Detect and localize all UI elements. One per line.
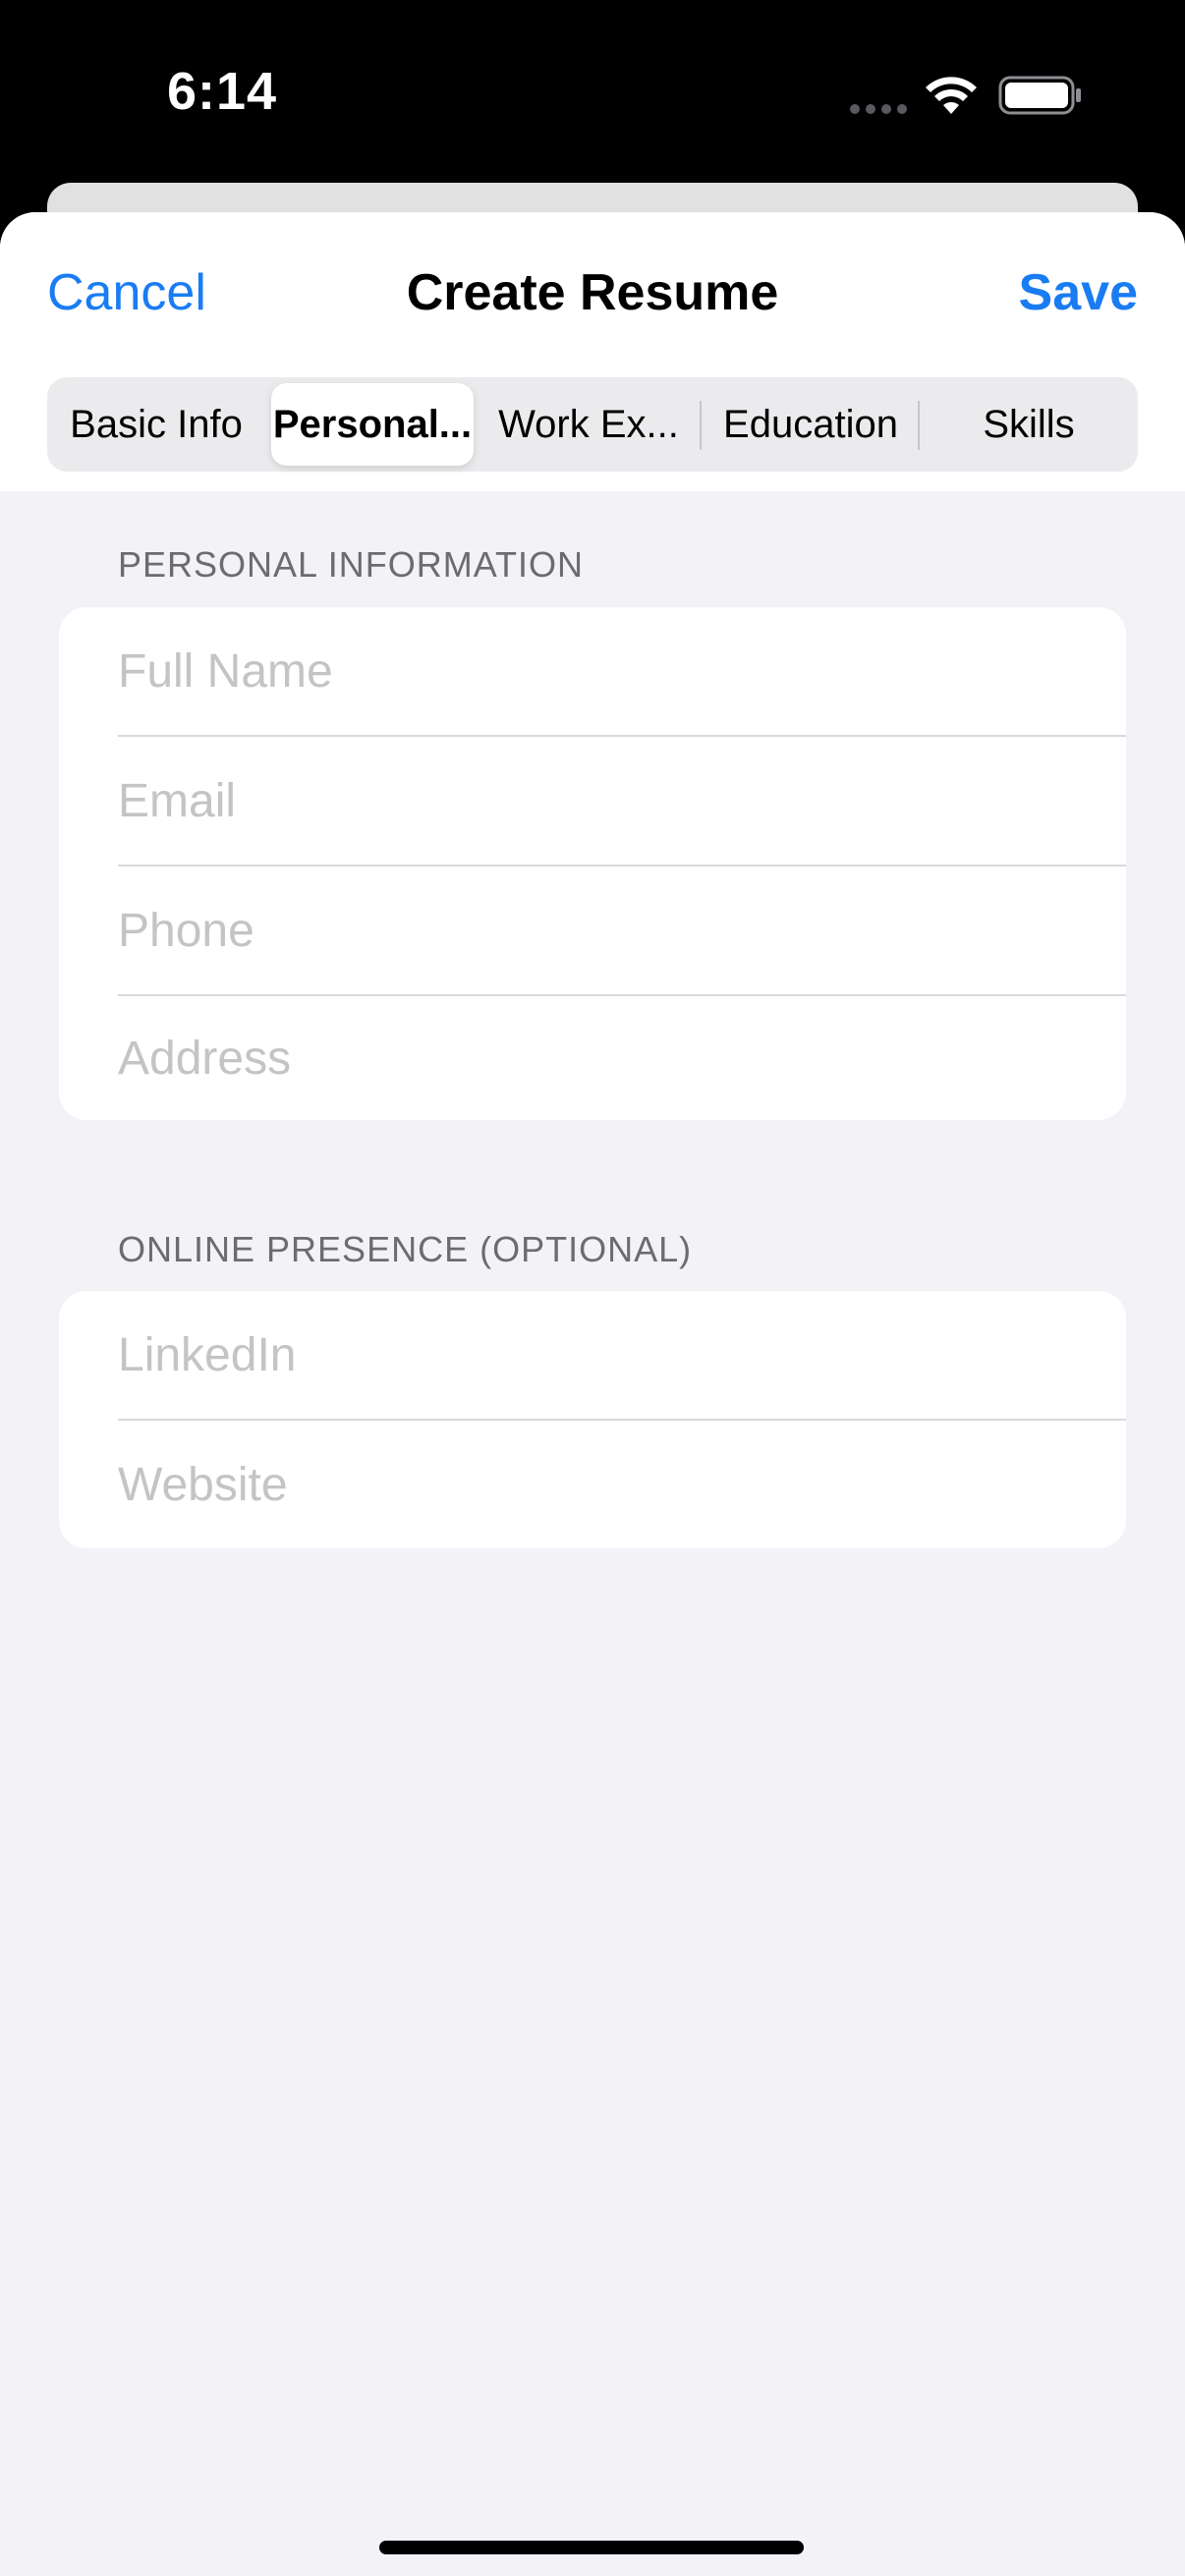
create-resume-sheet: Cancel Create Resume Save Basic Info Per… — [0, 212, 1185, 2576]
sheet-header: Cancel Create Resume Save Basic Info Per… — [0, 212, 1185, 491]
address-field[interactable] — [118, 996, 1100, 1120]
linkedin-row — [59, 1291, 1126, 1421]
online-presence-group — [59, 1291, 1126, 1548]
page-title: Create Resume — [406, 264, 779, 321]
battery-icon — [998, 76, 1081, 115]
full-name-row — [59, 607, 1126, 737]
address-row — [59, 996, 1126, 1120]
online-section-header: ONLINE PRESENCE (OPTIONAL) — [118, 1229, 693, 1269]
signal-dots-icon — [850, 104, 907, 114]
tab-basic-info[interactable]: Basic Info — [47, 383, 265, 466]
website-row — [59, 1421, 1126, 1548]
status-bar: 6:14 — [0, 0, 1185, 187]
home-indicator — [379, 2541, 804, 2554]
tab-personal[interactable]: Personal... — [271, 383, 474, 466]
tab-skills[interactable]: Skills — [920, 383, 1138, 466]
phone-row — [59, 867, 1126, 996]
personal-section-header: PERSONAL INFORMATION — [118, 544, 585, 585]
website-field[interactable] — [118, 1421, 1100, 1548]
save-button[interactable]: Save — [1019, 263, 1138, 322]
personal-info-group — [59, 607, 1126, 1120]
full-name-field[interactable] — [118, 607, 1100, 735]
linkedin-field[interactable] — [118, 1291, 1100, 1419]
phone-field[interactable] — [118, 867, 1100, 994]
wifi-icon — [926, 77, 977, 114]
tab-work-experience[interactable]: Work Ex... — [480, 383, 698, 466]
status-time: 6:14 — [167, 62, 278, 121]
email-field[interactable] — [118, 737, 1100, 865]
email-row — [59, 737, 1126, 867]
tab-education[interactable]: Education — [702, 383, 920, 466]
section-tabs: Basic Info Personal... Work Ex... Educat… — [47, 377, 1138, 472]
